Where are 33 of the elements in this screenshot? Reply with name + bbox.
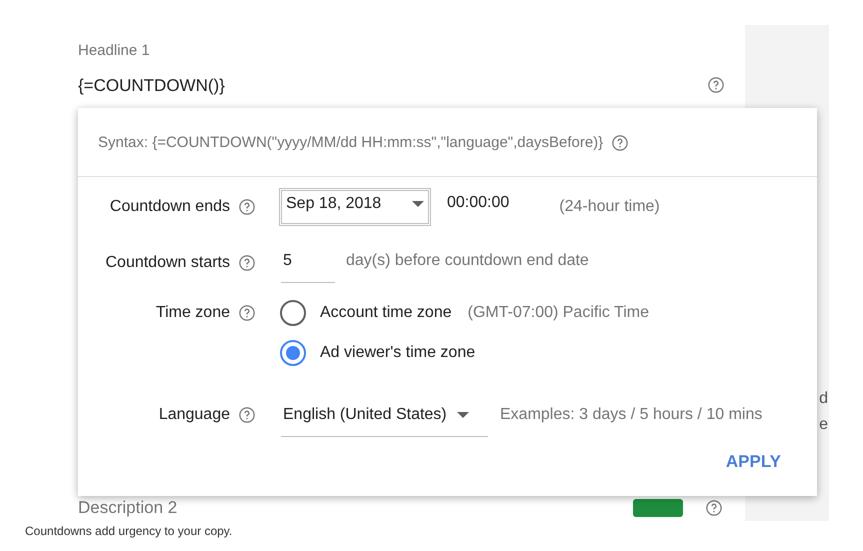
help-icon[interactable] (611, 134, 630, 152)
help-icon[interactable] (707, 76, 725, 94)
language-dropdown[interactable]: English (United States) (281, 393, 488, 437)
days-field[interactable]: 5 (281, 243, 335, 283)
date-dropdown[interactable]: Sep 18, 2018 (279, 188, 431, 226)
help-icon[interactable] (705, 499, 723, 517)
field-label: Countdown ends (110, 197, 230, 217)
field-label: Countdown starts (105, 253, 230, 273)
radio-label[interactable]: Account time zone (320, 301, 452, 325)
help-icon[interactable] (238, 198, 256, 216)
radio-button[interactable] (280, 300, 306, 326)
field-label: Language (158, 405, 230, 425)
caption: Countdowns add urgency to your copy. (25, 523, 232, 539)
help-icon[interactable] (238, 254, 256, 272)
time-value: 00:00:00 (447, 193, 510, 213)
days-suffix: day(s) before countdown end date (346, 251, 589, 271)
caret-icon (412, 201, 424, 207)
examples-text: Examples: 3 days / 5 hours / 10 mins (500, 405, 762, 425)
apply-button[interactable]: APPLY (720, 445, 787, 478)
field-label: Headline 1 (78, 41, 151, 61)
time-zone-detail: (GMT-07:00) Pacific Time (468, 303, 649, 323)
time-hint: (24-hour time) (559, 197, 660, 217)
help-icon[interactable] (238, 304, 256, 322)
panel-text: e (819, 415, 829, 435)
caret-icon (456, 412, 469, 418)
field-label: Description 2 (78, 498, 178, 518)
help-icon[interactable] (238, 406, 256, 424)
syntax-text: Syntax: {=COUNTDOWN("yyyy/MM/dd HH:mm:ss","language",daysBefore)} (98, 132, 604, 153)
radio-button[interactable] (280, 340, 306, 366)
radio-label[interactable]: Ad viewer's time zone (320, 341, 476, 365)
field-label: Time zone (156, 303, 230, 323)
status-tag (633, 499, 683, 517)
panel-text: d (819, 389, 829, 409)
